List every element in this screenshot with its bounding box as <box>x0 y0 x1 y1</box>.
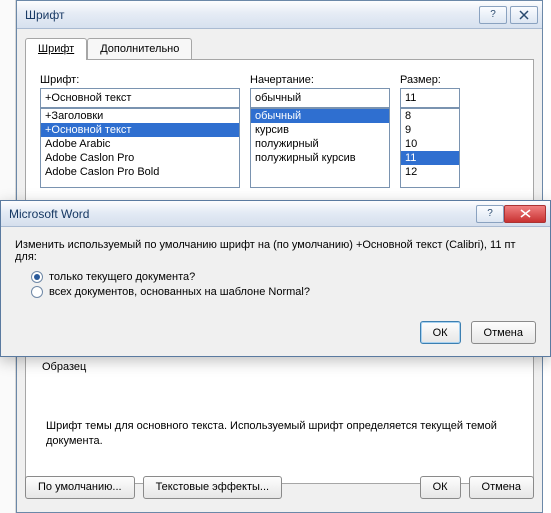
font-option[interactable]: +Заголовки <box>41 109 239 123</box>
size-input[interactable] <box>400 88 460 108</box>
style-option[interactable]: полужирный курсив <box>251 151 389 165</box>
style-option[interactable]: курсив <box>251 123 389 137</box>
confirm-close-button[interactable] <box>504 205 546 223</box>
confirm-titlebar: Microsoft Word ? <box>1 201 550 227</box>
confirm-text: Изменить используемый по умолчанию шрифт… <box>15 239 536 263</box>
radio-icon <box>31 286 43 298</box>
font-dialog-titlebar: Шрифт ? <box>17 1 542 29</box>
size-option[interactable]: 9 <box>401 123 459 137</box>
size-option[interactable]: 8 <box>401 109 459 123</box>
font-listbox[interactable]: +Заголовки +Основной текст Adobe Arabic … <box>40 108 240 188</box>
confirm-ok-button[interactable]: ОК <box>420 321 461 344</box>
close-icon <box>519 10 529 20</box>
size-listbox[interactable]: 8 9 10 11 12 <box>400 108 460 188</box>
font-option[interactable]: +Основной текст <box>41 123 239 137</box>
close-button[interactable] <box>510 6 538 24</box>
radio-icon <box>31 271 43 283</box>
style-listbox[interactable]: обычный курсив полужирный полужирный кур… <box>250 108 390 188</box>
size-option[interactable]: 10 <box>401 137 459 151</box>
font-input[interactable] <box>40 88 240 108</box>
preview-label: Образец <box>42 361 519 373</box>
radio-all-docs[interactable]: всех документов, основанных на шаблоне N… <box>31 286 536 298</box>
font-option[interactable]: Adobe Caslon Pro Bold <box>41 165 239 179</box>
confirm-dialog: Microsoft Word ? Изменить используемый п… <box>0 200 551 357</box>
style-option[interactable]: обычный <box>251 109 389 123</box>
help-button[interactable]: ? <box>479 6 507 24</box>
size-option[interactable]: 11 <box>401 151 459 165</box>
style-option[interactable]: полужирный <box>251 137 389 151</box>
tab-advanced[interactable]: Дополнительно <box>87 38 192 60</box>
set-default-button[interactable]: По умолчанию... <box>25 476 135 499</box>
confirm-body: Изменить используемый по умолчанию шрифт… <box>1 227 550 311</box>
tab-font[interactable]: Шрифт <box>25 38 87 60</box>
tabstrip: Шрифт Дополнительно <box>17 29 542 59</box>
font-option[interactable]: Adobe Caslon Pro <box>41 151 239 165</box>
radio-current-doc[interactable]: только текущего документа? <box>31 271 536 283</box>
font-cancel-button[interactable]: Отмена <box>469 476 534 499</box>
confirm-help-button[interactable]: ? <box>476 205 504 223</box>
size-option[interactable]: 12 <box>401 165 459 179</box>
radio-label: только текущего документа? <box>49 271 195 283</box>
font-dialog-buttons: По умолчанию... Текстовые эффекты... ОК … <box>25 470 534 504</box>
font-ok-button[interactable]: ОК <box>420 476 461 499</box>
confirm-title: Microsoft Word <box>9 207 473 221</box>
close-icon <box>520 209 531 218</box>
style-input[interactable] <box>250 88 390 108</box>
font-option[interactable]: Adobe Arabic <box>41 137 239 151</box>
text-effects-button[interactable]: Текстовые эффекты... <box>143 476 283 499</box>
font-dialog-title: Шрифт <box>25 8 476 22</box>
preview-hint: Шрифт темы для основного текста. Использ… <box>46 419 513 450</box>
style-label: Начертание: <box>250 74 390 86</box>
radio-label: всех документов, основанных на шаблоне N… <box>49 286 310 298</box>
font-label: Шрифт: <box>40 74 240 86</box>
confirm-cancel-button[interactable]: Отмена <box>471 321 536 344</box>
size-label: Размер: <box>400 74 460 86</box>
confirm-buttons: ОК Отмена <box>1 311 550 356</box>
